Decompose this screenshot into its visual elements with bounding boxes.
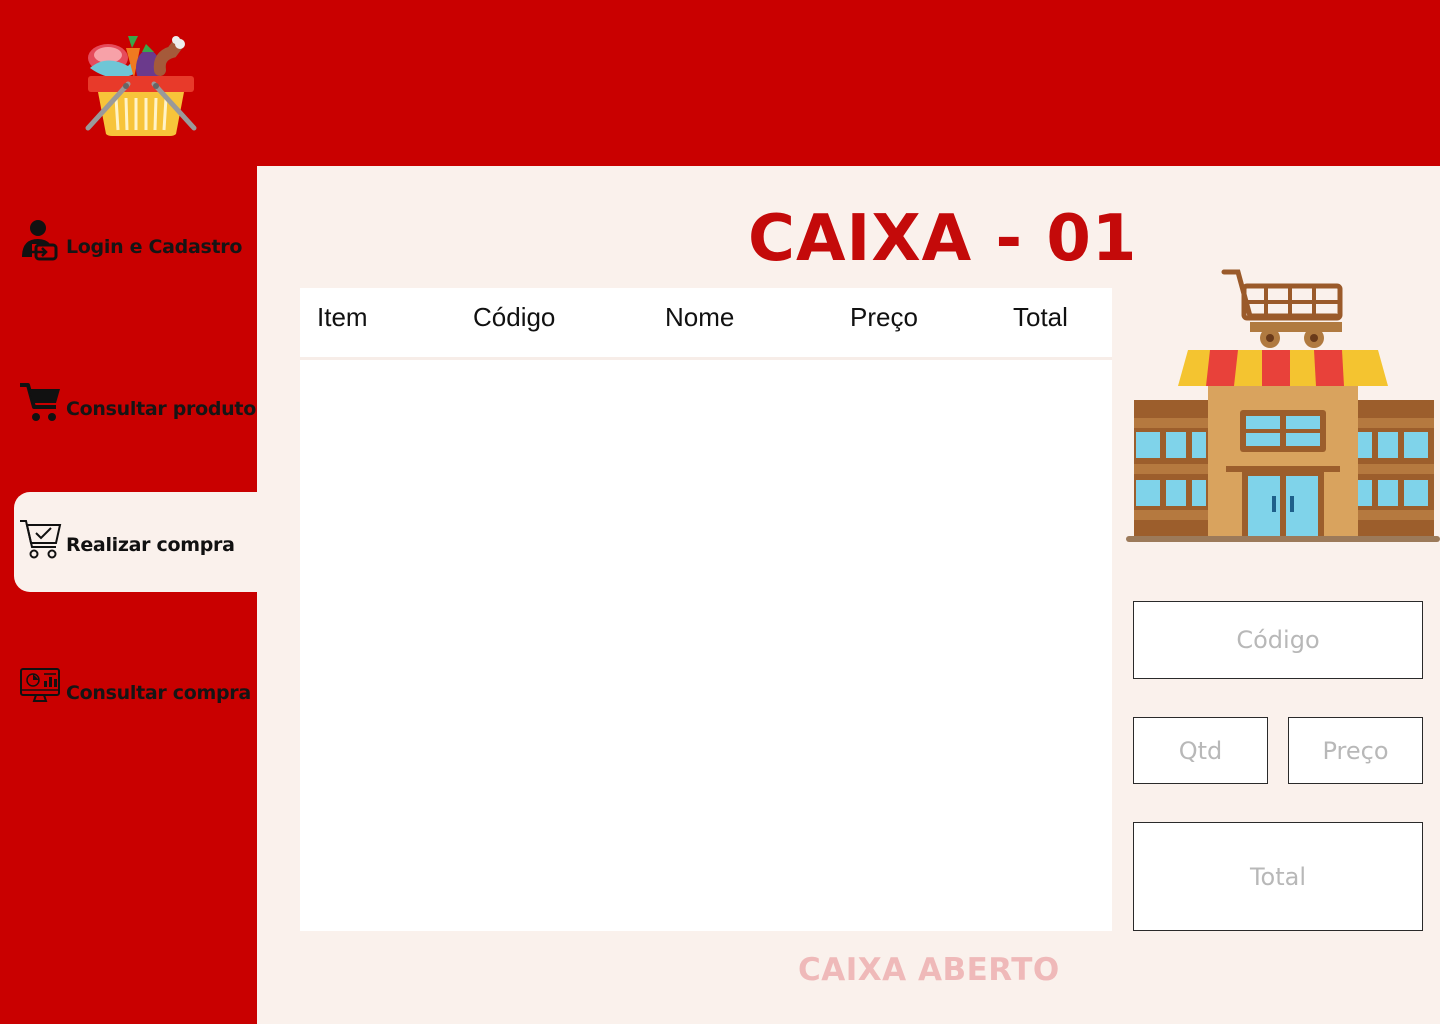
total-input[interactable] bbox=[1134, 823, 1422, 930]
status-label: CAIXA ABERTO bbox=[798, 952, 1060, 988]
codigo-field[interactable] bbox=[1133, 601, 1423, 679]
column-header-item: Item bbox=[317, 302, 368, 332]
table-header: Item Código Nome Preço Total bbox=[300, 288, 1112, 360]
sidebar-item-label: Realizar compra bbox=[66, 534, 235, 556]
preco-field[interactable] bbox=[1288, 717, 1423, 784]
supermarket-store-icon bbox=[1126, 268, 1440, 546]
column-header-codigo: Código bbox=[473, 302, 556, 332]
sidebar-item-consultar-produto[interactable]: Consultar produto bbox=[14, 356, 257, 456]
codigo-input[interactable] bbox=[1134, 602, 1422, 678]
qtd-field[interactable] bbox=[1133, 717, 1268, 784]
sidebar-item-realizar-compra[interactable]: Realizar compra bbox=[14, 492, 257, 592]
preco-input[interactable] bbox=[1289, 718, 1422, 783]
sidebar-item-label: Consultar compra bbox=[66, 682, 251, 704]
dashboard-monitor-icon bbox=[18, 663, 62, 707]
cart-check-icon bbox=[18, 515, 62, 559]
qtd-input[interactable] bbox=[1134, 718, 1267, 783]
sidebar-item-label: Consultar produto bbox=[66, 398, 256, 420]
sidebar-item-label: Login e Cadastro bbox=[66, 236, 243, 258]
shopping-cart-icon bbox=[18, 379, 62, 423]
user-login-icon bbox=[18, 217, 62, 261]
column-header-nome: Nome bbox=[665, 302, 735, 332]
total-field[interactable] bbox=[1133, 822, 1423, 931]
column-header-preco: Preço bbox=[850, 302, 918, 332]
sidebar-item-login[interactable]: Login e Cadastro bbox=[14, 194, 257, 294]
column-header-total: Total bbox=[1013, 302, 1068, 332]
grocery-basket-icon bbox=[82, 28, 200, 140]
sidebar-item-consultar-compra[interactable]: Consultar compra bbox=[14, 640, 257, 740]
items-table: Item Código Nome Preço Total bbox=[300, 288, 1112, 931]
main-panel: CAIXA - 01 Item Código Nome Preço Total bbox=[257, 166, 1440, 1024]
page-title: CAIXA - 01 bbox=[748, 202, 1138, 276]
